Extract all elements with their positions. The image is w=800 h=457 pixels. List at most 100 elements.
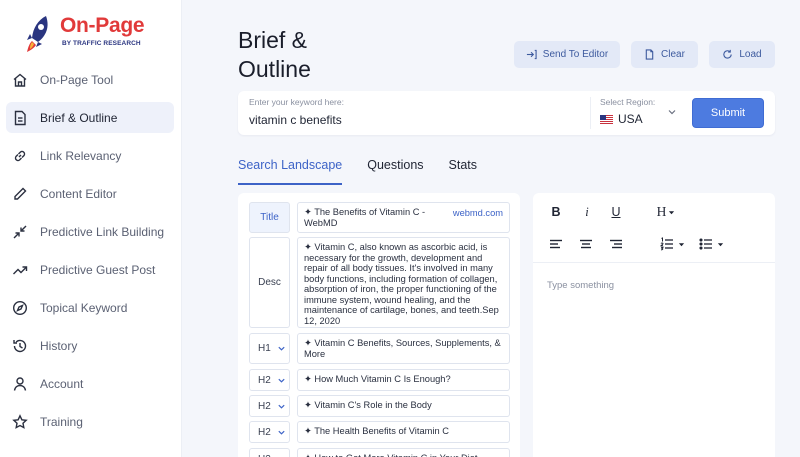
ordered-list-dropdown[interactable] [656,235,688,253]
title-text[interactable]: ✦ The Benefits of Vitamin C - WebMD webm… [297,202,510,233]
load-label: Load [739,49,762,60]
sidebar-item-label: On-Page Tool [40,72,114,87]
sidebar-item-label: Topical Keyword [40,300,128,315]
submit-button[interactable]: Submit [692,98,764,128]
keyword-input[interactable]: vitamin c benefits [249,113,342,127]
align-right-button[interactable] [607,235,625,253]
outline-panel: Title ✦ The Benefits of Vitamin C - WebM… [238,193,520,457]
load-button[interactable]: Load [709,41,775,68]
heading-level-select[interactable]: H2 [249,421,290,443]
align-center-button[interactable] [577,235,595,253]
bullet-list-icon [698,238,712,250]
sidebar-item-label: Predictive Link Building [40,224,165,239]
brand-logo[interactable]: On-Page BY TRAFFIC RESEARCH [22,12,172,56]
tabs: Search Landscape Questions Stats [238,158,502,185]
file-icon [645,49,654,60]
arrows-in-icon [12,224,28,240]
link-icon [12,148,28,164]
tab-search-landscape[interactable]: Search Landscape [238,158,343,185]
sidebar-item-label: Account [40,376,84,391]
sidebar-item-label: History [40,338,78,353]
desc-text[interactable]: ✦ Vitamin C, also known as ascorbic acid… [297,237,510,328]
align-center-icon [580,239,592,249]
editor-toolbar: B i U H [533,193,775,263]
clear-label: Clear [661,49,685,60]
compass-icon [12,300,28,316]
editor-content[interactable]: Type something [547,280,614,291]
region-divider [590,97,591,129]
text-editor: B i U H Type something [533,193,775,457]
heading-level-select[interactable]: H1 [249,333,290,364]
tab-questions[interactable]: Questions [367,158,423,185]
region-select-label: Select Region: [600,97,656,107]
sidebar-item-label: Brief & Outline [40,110,118,125]
refresh-icon [723,49,733,59]
title-source-link[interactable]: webmd.com [453,208,503,219]
heading-level-select[interactable]: H2 [249,369,290,391]
heading-text[interactable]: ✦ Vitamin C Benefits, Sources, Supplemen… [297,333,510,364]
heading-level-select[interactable]: H2 [249,448,290,457]
document-icon [12,110,28,126]
heading-level: H2 [258,426,271,438]
desc-tag: Desc [249,237,290,328]
sidebar-item-training[interactable]: Training [6,406,174,437]
sidebar-item-predictive-guest-post[interactable]: Predictive Guest Post [6,254,174,285]
caret-down-icon [717,242,723,246]
heading-level: H2 [258,400,271,412]
send-icon [526,49,537,60]
rocket-icon [27,16,48,52]
sidebar-item-label: Content Editor [40,186,117,201]
caret-down-icon [678,242,684,246]
star-icon [12,413,28,430]
heading-level: H2 [258,454,271,457]
heading-text[interactable]: ✦ The Health Benefits of Vitamin C [297,421,510,443]
heading-text[interactable]: ✦ Vitamin C's Role in the Body [297,395,510,417]
sidebar-item-topical-keyword[interactable]: Topical Keyword [6,292,174,323]
sidebar-nav: On-Page Tool Brief & Outline Link Releva… [6,64,174,444]
send-to-editor-label: Send To Editor [542,49,609,60]
heading-level-select[interactable]: H2 [249,395,290,417]
clear-button[interactable]: Clear [631,41,698,68]
underline-button[interactable]: U [607,203,625,221]
pencil-icon [12,186,28,202]
sidebar-item-link-relevancy[interactable]: Link Relevancy [6,140,174,171]
chevron-down-icon [278,404,285,409]
heading-text[interactable]: ✦ How Much Vitamin C Is Enough? [297,369,510,391]
chevron-down-icon [278,346,285,351]
keyword-input-label: Enter your keyword here: [249,97,344,107]
title-text-value: ✦ The Benefits of Vitamin C - WebMD [304,207,426,228]
sidebar-item-predictive-link-building[interactable]: Predictive Link Building [6,216,174,247]
title-tag: Title [249,202,290,233]
us-flag-icon [600,114,613,124]
keyword-bar: Enter your keyword here: vitamin c benef… [238,91,775,135]
sidebar-item-content-editor[interactable]: Content Editor [6,178,174,209]
heading-level: H1 [258,343,271,354]
sidebar-item-on-page-tool[interactable]: On-Page Tool [6,64,174,95]
sidebar-item-brief-outline[interactable]: Brief & Outline [6,102,174,133]
heading-dropdown[interactable]: H [653,203,679,221]
chevron-down-icon [278,378,285,383]
send-to-editor-button[interactable]: Send To Editor [514,41,620,68]
sidebar-item-label: Link Relevancy [40,148,122,163]
sidebar-item-label: Training [40,414,83,429]
heading-text[interactable]: ✦ How to Get More Vitamin C in Your Diet [297,448,510,457]
user-icon [12,376,28,392]
italic-button[interactable]: i [578,203,596,221]
sidebar-item-history[interactable]: History [6,330,174,361]
brand-tagline: BY TRAFFIC RESEARCH [62,40,141,47]
trending-up-icon [12,262,28,278]
sidebar: On-Page BY TRAFFIC RESEARCH On-Page Tool… [0,0,182,457]
home-icon [12,72,28,88]
align-left-button[interactable] [547,235,565,253]
tab-stats[interactable]: Stats [449,158,478,185]
page-title: Brief & Outline [238,27,311,82]
chevron-down-icon[interactable] [667,107,677,117]
bullet-list-dropdown[interactable] [695,235,727,253]
region-value: USA [618,112,643,126]
caret-down-icon [669,210,675,214]
bold-button[interactable]: B [547,203,565,221]
sidebar-item-account[interactable]: Account [6,368,174,399]
ordered-list-icon [659,237,673,251]
region-select[interactable]: USA [600,112,643,126]
align-right-icon [610,239,622,249]
